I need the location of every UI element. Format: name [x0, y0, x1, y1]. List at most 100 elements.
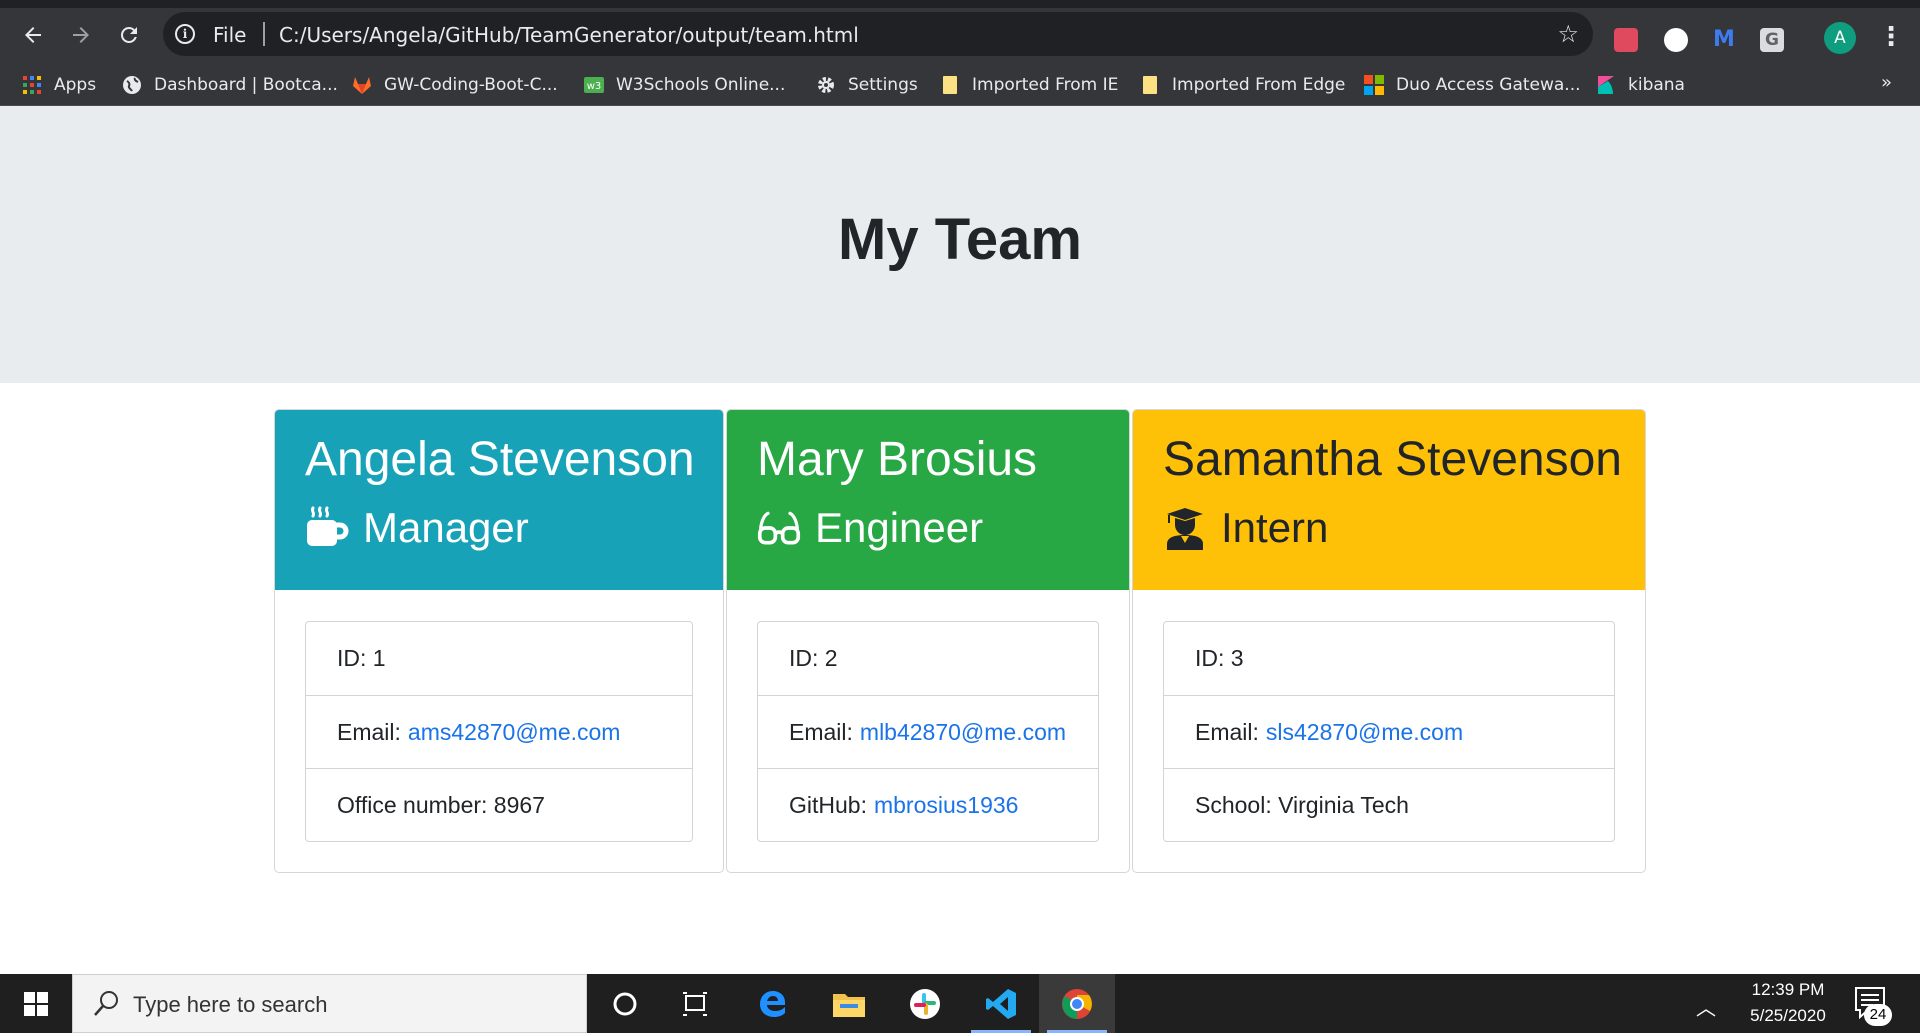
github-label: GitHub:	[789, 791, 867, 818]
chrome-icon[interactable]	[1039, 974, 1115, 1033]
email-label: Email:	[337, 718, 401, 745]
bookmark-label: GW-Coding-Boot-C...	[384, 75, 558, 95]
grammarly-extension-icon[interactable]: G	[1760, 28, 1784, 52]
page-title: My Team	[838, 207, 1082, 272]
file-explorer-icon[interactable]	[811, 974, 887, 1033]
w3schools-icon: w3	[584, 77, 604, 93]
bookmark-duo[interactable]: Duo Access Gatewa...	[1364, 72, 1581, 98]
forward-icon[interactable]	[64, 18, 98, 52]
malwarebytes-extension-icon[interactable]: M	[1712, 28, 1736, 52]
start-button[interactable]	[0, 974, 72, 1033]
bookmark-folder-edge[interactable]: Imported From Edge	[1140, 72, 1345, 98]
url-divider	[263, 22, 265, 46]
info-icon[interactable]: i	[175, 24, 195, 44]
edge-icon[interactable]	[735, 974, 811, 1033]
glasses-icon	[757, 511, 801, 545]
search-icon	[94, 991, 118, 1016]
bookmark-apps[interactable]: Apps	[22, 72, 96, 98]
card-header: Samantha Stevenson Intern	[1133, 410, 1645, 590]
folder-icon	[1143, 76, 1157, 94]
office-number-item: Office number: 8967	[306, 768, 692, 841]
profile-avatar[interactable]: A	[1824, 22, 1856, 54]
github-item: GitHub: mbrosius1936	[758, 768, 1098, 841]
slack-icon[interactable]	[887, 974, 963, 1033]
gitlab-icon	[353, 77, 371, 94]
address-bar[interactable]: i File C:/Users/Angela/GitHub/TeamGenera…	[163, 12, 1593, 56]
svg-text:w3: w3	[587, 81, 602, 92]
cortana-icon[interactable]	[587, 974, 663, 1033]
email-link[interactable]: ams42870@me.com	[408, 719, 621, 746]
vscode-icon[interactable]	[963, 974, 1039, 1033]
bookmark-label: Dashboard | Bootca...	[154, 75, 338, 95]
employee-name: Samantha Stevenson	[1163, 433, 1622, 486]
role-label: Engineer	[815, 504, 984, 551]
bookmark-gitlab[interactable]: GW-Coding-Boot-C...	[352, 72, 558, 98]
id-item: ID: 2	[758, 622, 1098, 695]
microsoft-icon	[1364, 75, 1384, 95]
employee-role: Manager	[305, 500, 693, 556]
show-hidden-icons-chevron-icon[interactable]: ︿	[1696, 992, 1716, 1021]
bookmark-label: Imported From Edge	[1172, 75, 1346, 95]
employee-name: Mary Brosius	[757, 433, 1038, 486]
taskbar: Type here to search ︿ 12:39 PM 5/25/2020…	[0, 974, 1920, 1033]
school-item: School: Virginia Tech	[1164, 768, 1614, 841]
role-label: Manager	[363, 504, 529, 551]
card-body: ID: 3 Email: sls42870@me.com School: Virg…	[1133, 590, 1645, 842]
reload-icon[interactable]	[112, 18, 146, 52]
card-header: Mary Brosius Engineer	[727, 410, 1129, 590]
employee-role: Engineer	[757, 500, 1099, 556]
bookmark-settings[interactable]: Settings	[816, 72, 918, 98]
url-text[interactable]: C:/Users/Angela/GitHub/TeamGenerator/out…	[279, 23, 859, 47]
card-body: ID: 2 Email: mlb42870@me.com GitHub: mbros…	[727, 590, 1129, 842]
id-text: ID: 3	[1195, 645, 1244, 671]
bookmark-label: W3Schools Online...	[616, 75, 786, 95]
employee-card: Angela Stevenson Manager ID: 1 Email: ams…	[274, 409, 724, 873]
role-label: Intern	[1221, 504, 1329, 551]
coffee-mug-icon	[307, 506, 349, 546]
email-label: Email:	[789, 718, 853, 745]
clock-date[interactable]: 5/25/2020	[1728, 1006, 1848, 1026]
email-link[interactable]: mlb42870@me.com	[860, 719, 1066, 746]
bookmark-label: kibana	[1628, 75, 1685, 95]
extension-icon[interactable]	[1664, 28, 1688, 52]
school-text: School: Virginia Tech	[1195, 791, 1409, 818]
taskbar-search[interactable]: Type here to search	[72, 974, 587, 1033]
graduate-icon	[1167, 508, 1203, 550]
info-list: ID: 2 Email: mlb42870@me.com GitHub: mbros…	[757, 621, 1099, 842]
back-icon[interactable]	[16, 18, 50, 52]
bookmark-label: Settings	[848, 75, 918, 95]
gear-icon	[818, 77, 834, 93]
id-item: ID: 1	[306, 622, 692, 695]
github-link[interactable]: mbrosius1936	[874, 792, 1018, 819]
email-item: Email: ams42870@me.com	[306, 695, 692, 768]
bookmark-folder-ie[interactable]: Imported From IE	[940, 72, 1118, 98]
bookmark-dashboard[interactable]: Dashboard | Bootca...	[122, 72, 338, 98]
clock-time[interactable]: 12:39 PM	[1728, 980, 1848, 1000]
bookmark-w3schools[interactable]: w3 W3Schools Online...	[584, 72, 785, 98]
more-bookmarks-button[interactable]: »	[1881, 72, 1892, 93]
kibana-icon	[1598, 76, 1614, 94]
browser-toolbar: i File C:/Users/Angela/GitHub/TeamGenera…	[0, 8, 1920, 63]
card-body: ID: 1 Email: ams42870@me.com Office numbe…	[275, 590, 723, 842]
email-item: Email: sls42870@me.com	[1164, 695, 1614, 768]
browser-menu-icon[interactable]: ⋮	[1878, 24, 1904, 50]
id-item: ID: 3	[1164, 622, 1614, 695]
email-item: Email: mlb42870@me.com	[758, 695, 1098, 768]
employee-name: Angela Stevenson	[305, 433, 695, 486]
task-view-icon[interactable]	[657, 974, 733, 1033]
bookmark-label: Duo Access Gatewa...	[1396, 75, 1581, 95]
email-link[interactable]: sls42870@me.com	[1266, 719, 1463, 746]
email-label: Email:	[1195, 718, 1259, 745]
id-text: ID: 1	[337, 645, 386, 671]
search-placeholder: Type here to search	[133, 992, 328, 1017]
tab-strip	[0, 0, 1920, 8]
card-header: Angela Stevenson Manager	[275, 410, 723, 590]
bookmark-star-icon[interactable]: ☆	[1557, 20, 1579, 48]
bookmark-kibana[interactable]: kibana	[1596, 72, 1685, 98]
extension-icon[interactable]	[1614, 28, 1638, 52]
bookmarks-bar: Apps Dashboard | Bootca... GW-Coding-Boo…	[0, 63, 1920, 106]
notification-badge: 24	[1864, 1004, 1892, 1026]
folder-icon	[943, 76, 957, 94]
info-list: ID: 3 Email: sls42870@me.com School: Virg…	[1163, 621, 1615, 842]
globe-icon	[123, 76, 141, 94]
